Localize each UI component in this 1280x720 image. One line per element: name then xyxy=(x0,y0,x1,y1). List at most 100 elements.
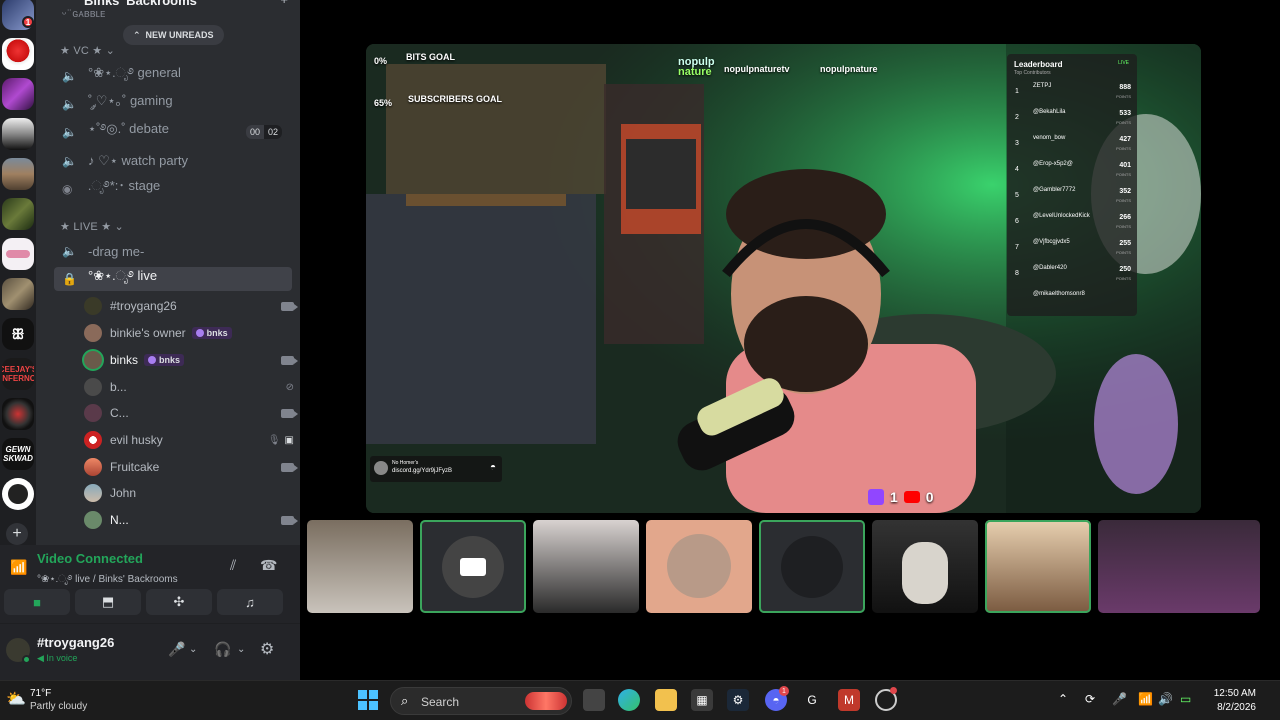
participant-tile[interactable] xyxy=(872,520,978,613)
weather-condition[interactable]: Partly cloudy xyxy=(30,701,87,712)
leaderboard-rank: 1 xyxy=(1015,88,1019,95)
leaderboard-rank: 2 xyxy=(1015,114,1019,121)
category-live[interactable]: ★ LIVE ★ ⌄ xyxy=(60,220,124,233)
server-icon-3[interactable] xyxy=(2,78,34,110)
settings-gear-icon[interactable]: ⚙ xyxy=(260,639,274,659)
server-icon-7[interactable] xyxy=(2,238,34,270)
avatar xyxy=(84,378,102,396)
weather-cloud-icon[interactable]: ⛅ xyxy=(6,689,26,709)
server-icon-8[interactable] xyxy=(2,278,34,310)
add-friend-icon[interactable]: + xyxy=(280,0,288,7)
clock-time[interactable]: 12:50 AM xyxy=(1214,688,1256,699)
channel-debate[interactable]: 🔈 ⋆˚࿔◎.˚ debate 00 02 xyxy=(54,120,292,144)
show-hidden-icons-chevron-icon[interactable]: ⌃ xyxy=(1058,692,1068,706)
server-icon-2[interactable] xyxy=(2,38,34,70)
voice-user[interactable]: binkie's owner bnks xyxy=(84,321,294,345)
channel-live[interactable]: 🔒 °❀⋆.ೃ࿔ live xyxy=(54,267,292,291)
server-icon-12[interactable]: GEWN SKWAD xyxy=(2,438,34,470)
speaker-icon: 🔈 xyxy=(62,244,77,258)
server-tag: bnks xyxy=(144,354,185,366)
participant-tile[interactable] xyxy=(759,520,865,613)
leaderboard-rank: 8 xyxy=(1015,270,1019,277)
voice-status[interactable]: Video Connected xyxy=(37,551,143,566)
store-icon[interactable]: ▦ xyxy=(691,689,713,711)
participant-tile[interactable] xyxy=(307,520,413,613)
new-unreads-button[interactable]: ⌃ NEW UNREADS xyxy=(123,25,224,45)
noise-suppression-icon[interactable]: ⫽ xyxy=(230,557,236,574)
microphone-icon[interactable]: 🎤 xyxy=(168,641,185,658)
server-icon-9[interactable]: ꕥ xyxy=(2,318,34,350)
screen-share-button[interactable]: ⬒ xyxy=(75,589,141,615)
channel-gaming[interactable]: 🔈 ˚ ༘♡⋆｡˚ gaming xyxy=(54,92,292,116)
weather-temperature[interactable]: 71°F xyxy=(30,688,51,699)
app-red-icon[interactable]: M xyxy=(838,689,860,711)
task-view-icon[interactable] xyxy=(583,689,605,711)
discord-logo-icon: ◓ xyxy=(489,462,496,473)
bits-goal-percent: 0% xyxy=(374,56,388,66)
app-g-icon[interactable]: G xyxy=(801,689,823,711)
start-button[interactable] xyxy=(358,690,378,710)
microphone-icon[interactable]: 🎤 xyxy=(1112,692,1127,706)
headphones-icon[interactable]: 🎧 xyxy=(214,641,231,658)
youtube-icon xyxy=(903,491,920,503)
edge-icon[interactable] xyxy=(618,689,640,711)
participant-tile[interactable] xyxy=(533,520,639,613)
voice-user[interactable]: #troygang26 xyxy=(84,294,298,318)
channel-stage[interactable]: ◉ .ೃ࿔*:･ stage xyxy=(54,177,292,201)
focused-stream[interactable]: 0% BITS GOAL 65% SUBSCRIBERS GOAL nopulp… xyxy=(366,44,1201,513)
voice-user[interactable]: C... xyxy=(84,401,298,425)
avatar xyxy=(84,404,102,422)
discord-notification-badge: 1 xyxy=(779,686,789,696)
voice-user[interactable]: b... ⊘ xyxy=(84,375,294,399)
activities-button[interactable]: ✣ xyxy=(146,589,212,615)
server-icon-5[interactable] xyxy=(2,158,34,190)
participant-tile[interactable] xyxy=(646,520,752,613)
server-icon-11[interactable] xyxy=(2,398,34,430)
twitch-icon xyxy=(868,489,884,505)
partial-channel[interactable]: ᵕ ̈ ɢᴀʙʙʟᴇ xyxy=(62,8,105,20)
sync-icon[interactable]: ⟳ xyxy=(1085,692,1095,706)
camera-button[interactable]: ■ xyxy=(4,589,70,615)
signal-icon[interactable]: 📶 xyxy=(10,559,27,576)
voice-user[interactable]: evil husky 🎙 ▣ xyxy=(84,428,294,452)
voice-user[interactable]: John xyxy=(84,481,294,505)
voice-user[interactable]: N... xyxy=(84,508,298,532)
camera-icon xyxy=(281,408,298,418)
server-icon-6[interactable] xyxy=(2,198,34,230)
leaderboard-points: 401 xyxy=(1119,162,1131,169)
camera-icon xyxy=(281,301,298,311)
discord-promo: No Homer's discord.gg/Ydr9jJFyzB ◓ xyxy=(370,456,502,482)
points-label: POINTS xyxy=(1116,120,1131,125)
server-name[interactable]: Binks' Backrooms xyxy=(84,0,197,8)
chevron-down-icon[interactable]: ⌄ xyxy=(189,644,197,655)
voice-user[interactable]: Fruitcake xyxy=(84,455,298,479)
volume-icon[interactable]: 🔊 xyxy=(1158,692,1173,706)
category-vc[interactable]: ★ VC ★ ⌄ xyxy=(60,44,115,57)
chevron-down-icon[interactable]: ⌄ xyxy=(237,644,245,655)
server-icon-13[interactable] xyxy=(2,478,34,510)
participant-tile[interactable] xyxy=(985,520,1091,613)
add-server-button[interactable]: + xyxy=(6,523,28,545)
disconnect-icon[interactable]: ☎ xyxy=(260,557,277,574)
channel-watch-party[interactable]: 🔈 ♪ ♡⋆ watch party xyxy=(54,149,292,173)
username[interactable]: #troygang26 xyxy=(37,635,114,650)
steam-icon[interactable]: ⚙ xyxy=(727,689,749,711)
server-icon-10[interactable]: CEEJAY'S INFERNO xyxy=(2,358,34,390)
channel-general[interactable]: 🔈 °❀⋆.ೃ࿔ general xyxy=(54,64,292,88)
file-explorer-icon[interactable] xyxy=(655,689,677,711)
battery-icon[interactable]: ▭ xyxy=(1180,692,1191,706)
voice-user[interactable]: binks bnks xyxy=(84,348,298,372)
leaderboard-name: @BekahLila xyxy=(1033,109,1066,115)
soundboard-button[interactable]: ♫ xyxy=(217,589,283,615)
speaker-icon: 🔈 xyxy=(62,69,77,83)
wifi-icon[interactable]: 📶 xyxy=(1138,692,1153,706)
leaderboard-widget: Leaderboard Top Contributors LIVE 1 ZETPJ… xyxy=(1007,54,1137,316)
clock-date[interactable]: 8/2/2026 xyxy=(1217,702,1256,713)
channel-drag-me[interactable]: 🔈 -drag me- xyxy=(54,239,292,263)
server-icon-4[interactable] xyxy=(2,118,34,150)
points-label: POINTS xyxy=(1116,250,1131,255)
avatar xyxy=(84,324,102,342)
participant-tile[interactable] xyxy=(1098,520,1260,613)
participant-tile[interactable] xyxy=(420,520,526,613)
search-box[interactable]: ⌕ Search xyxy=(390,687,572,715)
